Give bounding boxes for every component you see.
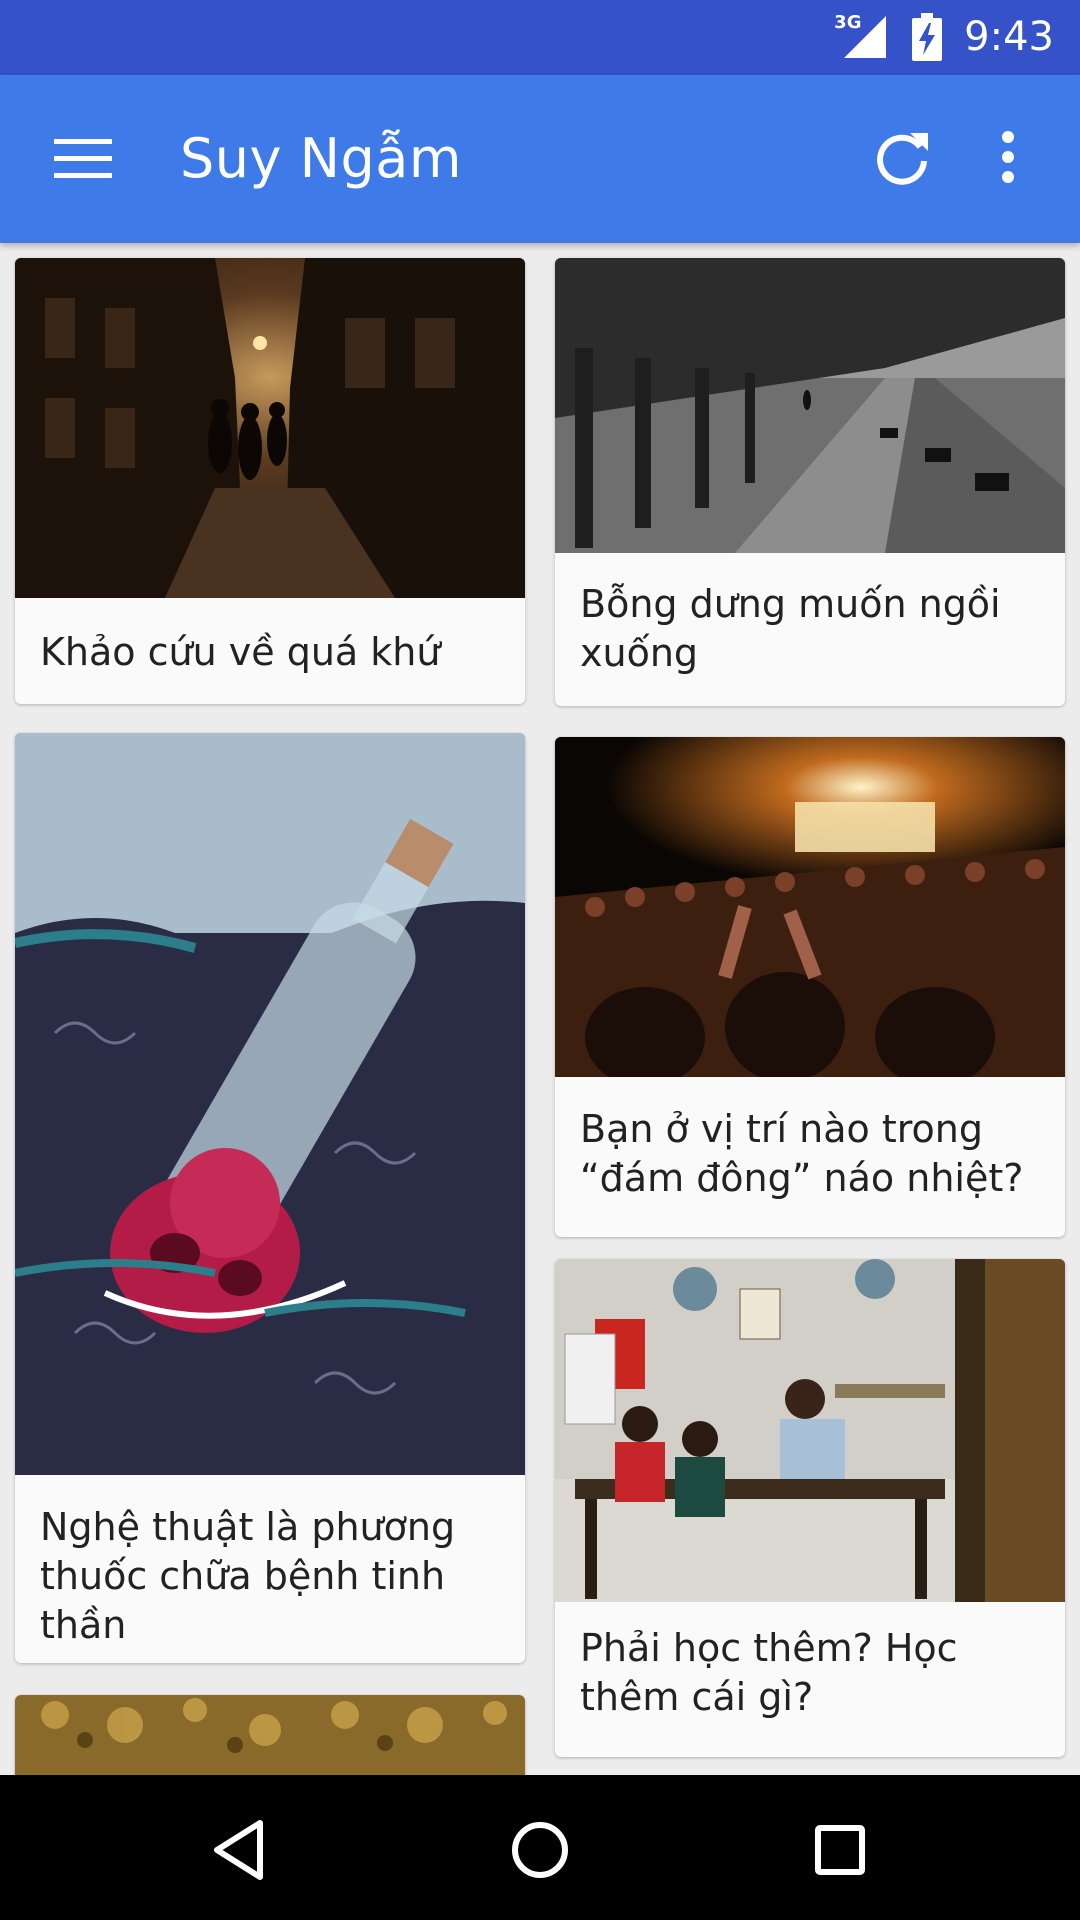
home-circle-icon	[512, 1822, 568, 1878]
recents-button[interactable]	[805, 1815, 875, 1885]
status-bar: 3G 9:43	[0, 0, 1080, 75]
clock: 9:43	[964, 14, 1054, 60]
article-card[interactable]: Bỗng dưng muốn ngồi xuống	[555, 258, 1065, 706]
article-card[interactable]: Phải học thêm? Học thêm cái gì?	[555, 1259, 1065, 1757]
article-thumbnail	[555, 737, 1065, 1077]
article-title: Bỗng dưng muốn ngồi xuống	[580, 582, 1001, 675]
cellular-signal-icon: 3G	[834, 12, 890, 62]
refresh-icon	[877, 133, 928, 185]
article-card[interactable]: Nghệ thuật là phương thuốc chữa bệnh tin…	[15, 733, 525, 1663]
more-vert-icon	[1002, 131, 1014, 183]
recents-square-icon	[815, 1825, 865, 1875]
article-card[interactable]	[15, 1695, 525, 1775]
article-card[interactable]: Khảo cứu về quá khứ	[15, 258, 525, 704]
app-title: Suy Ngẫm	[180, 127, 462, 190]
home-button[interactable]	[505, 1815, 575, 1885]
article-title: Nghệ thuật là phương thuốc chữa bệnh tin…	[40, 1505, 456, 1647]
article-thumbnail	[555, 1259, 1065, 1602]
article-thumbnail	[555, 258, 1065, 553]
navigation-bar	[0, 1775, 1080, 1920]
article-thumbnail	[15, 1695, 525, 1775]
article-thumbnail	[15, 258, 525, 598]
battery-charging-icon	[912, 13, 943, 61]
article-thumbnail	[15, 733, 525, 1475]
menu-button[interactable]	[44, 125, 124, 193]
article-card[interactable]: Bạn ở vị trí nào trong “đám đông” náo nh…	[555, 737, 1065, 1237]
back-button[interactable]	[205, 1815, 275, 1885]
app-bar: Suy Ngẫm	[0, 75, 1080, 243]
article-title: Bạn ở vị trí nào trong “đám đông” náo nh…	[580, 1107, 1024, 1200]
article-title: Khảo cứu về quá khứ	[40, 630, 441, 674]
overflow-menu-button[interactable]	[984, 123, 1032, 191]
refresh-button[interactable]	[870, 125, 934, 189]
hamburger-menu-icon	[54, 139, 112, 178]
back-triangle-icon	[214, 1820, 263, 1880]
article-grid: Khảo cứu về quá khứ Bỗng dưng muốn ngồi …	[0, 243, 1080, 1775]
article-title: Phải học thêm? Học thêm cái gì?	[580, 1626, 958, 1719]
